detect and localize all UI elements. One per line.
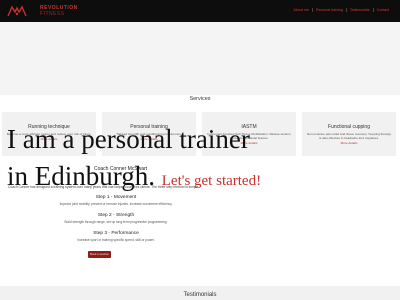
service-card-title: Functional cupping (328, 124, 370, 130)
services-heading: Services (189, 96, 211, 102)
testimonials-heading: Testimonials (183, 292, 217, 298)
step-1: Step 1 - Movement Improve joint mobility… (0, 195, 232, 206)
coach-description: Coach Conner has designed a training sys… (8, 185, 200, 189)
step-3: Step 3 - Performance Increase sport or t… (0, 231, 232, 242)
more-details-link[interactable]: More details (302, 141, 396, 145)
book-session-button[interactable]: Book a session (88, 251, 111, 258)
coach-name: Coach Conner McSwart (94, 166, 148, 172)
nav-contact[interactable]: Contact (372, 8, 392, 12)
nav-about[interactable]: About me (290, 8, 311, 12)
hero-banner (0, 22, 400, 95)
step-title: Step 3 - Performance (93, 231, 139, 236)
hero-heading-line-1: I am a personal trainer (7, 124, 250, 154)
nav-testimonials[interactable]: Testimonials (345, 8, 373, 12)
brand-line-2: FITNESS (40, 11, 65, 17)
main-nav: About me Personal training Testimonials … (290, 8, 392, 12)
logo-icon[interactable] (6, 4, 28, 18)
step-title: Step 2 - Strength (97, 213, 135, 218)
brand-name[interactable]: REVOLUTION FITNESS (40, 5, 78, 17)
site-header: REVOLUTION FITNESS About me Personal tra… (0, 0, 400, 22)
step-desc: Build strength through range, set up lon… (64, 220, 168, 224)
nav-personal-training[interactable]: Personal training (311, 8, 346, 12)
step-title: Step 1 - Movement (95, 195, 137, 200)
step-2: Step 2 - Strength Build strength through… (0, 213, 232, 224)
service-card-cupping: Functional cupping Non-invasive pain rel… (302, 112, 396, 156)
step-desc: Improve joint mobility, prevent or remov… (59, 202, 173, 206)
service-card-desc: Non-invasive pain relief and tissue reco… (306, 132, 392, 140)
step-desc: Increase sport or training specific spee… (77, 238, 155, 242)
